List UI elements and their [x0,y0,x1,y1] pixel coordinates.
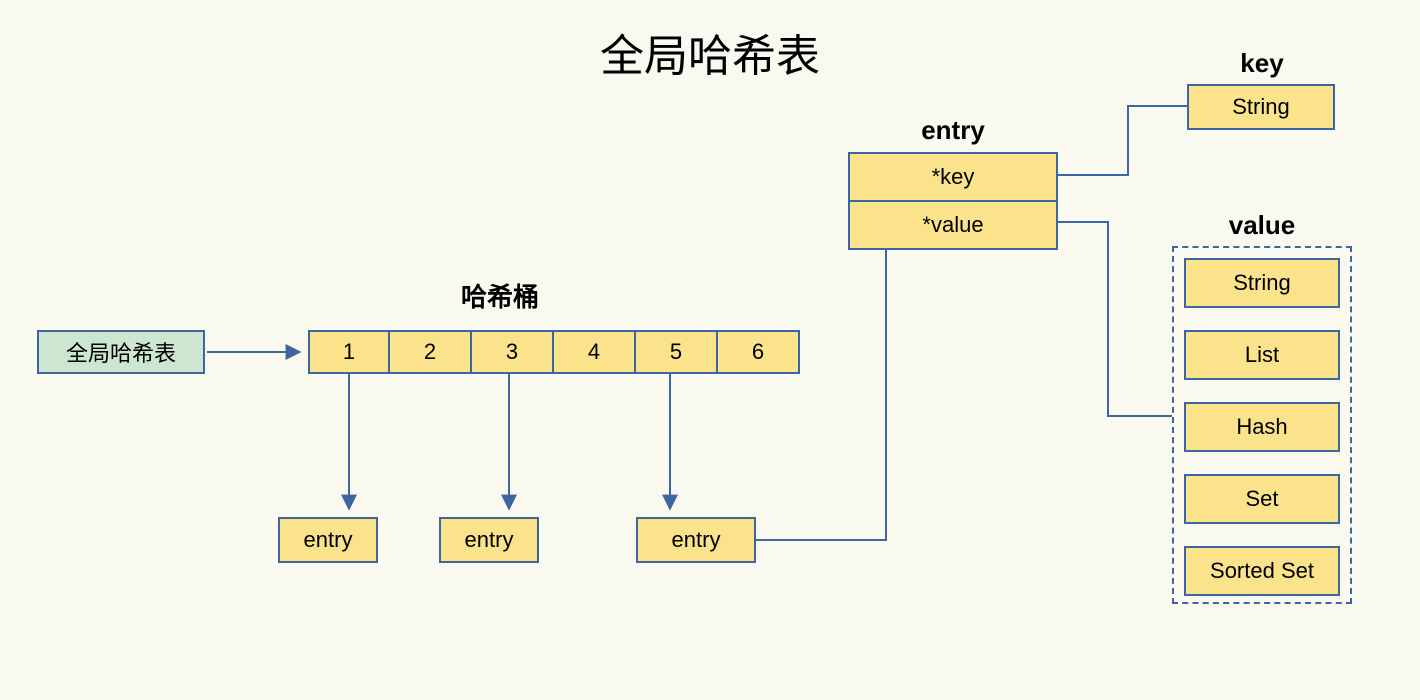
bucket-cell-1: 1 [308,330,390,374]
entry-node-3: entry [439,517,539,563]
value-heading: value [1222,210,1302,241]
bucket-cell-5: 5 [636,330,718,374]
bucket-cell-3: 3 [472,330,554,374]
entry-struct: *key *value [848,152,1058,250]
global-hash-box: 全局哈希表 [37,330,205,374]
value-type-string: String [1184,258,1340,308]
bucket-cell-2: 2 [390,330,472,374]
value-type-sortedset: Sorted Set [1184,546,1340,596]
entry-key-field: *key [850,154,1056,200]
key-heading: key [1222,48,1302,79]
entry-value-field: *value [850,200,1056,248]
entry-node-1: entry [278,517,378,563]
bucket-heading: 哈希桶 [440,277,560,314]
value-type-list: List [1184,330,1340,380]
diagram-stage: { "title": "全局哈希表", "global_hash": { "la… [0,0,1420,700]
entry-struct-heading: entry [903,115,1003,146]
key-type-box: String [1187,84,1335,130]
value-type-hash: Hash [1184,402,1340,452]
bucket-cell-6: 6 [718,330,800,374]
value-type-set: Set [1184,474,1340,524]
entry-node-5: entry [636,517,756,563]
bucket-cell-4: 4 [554,330,636,374]
bucket-row: 1 2 3 4 5 6 [308,330,800,374]
diagram-title: 全局哈希表 [0,20,1420,84]
value-type-group: String List Hash Set Sorted Set [1172,246,1352,604]
